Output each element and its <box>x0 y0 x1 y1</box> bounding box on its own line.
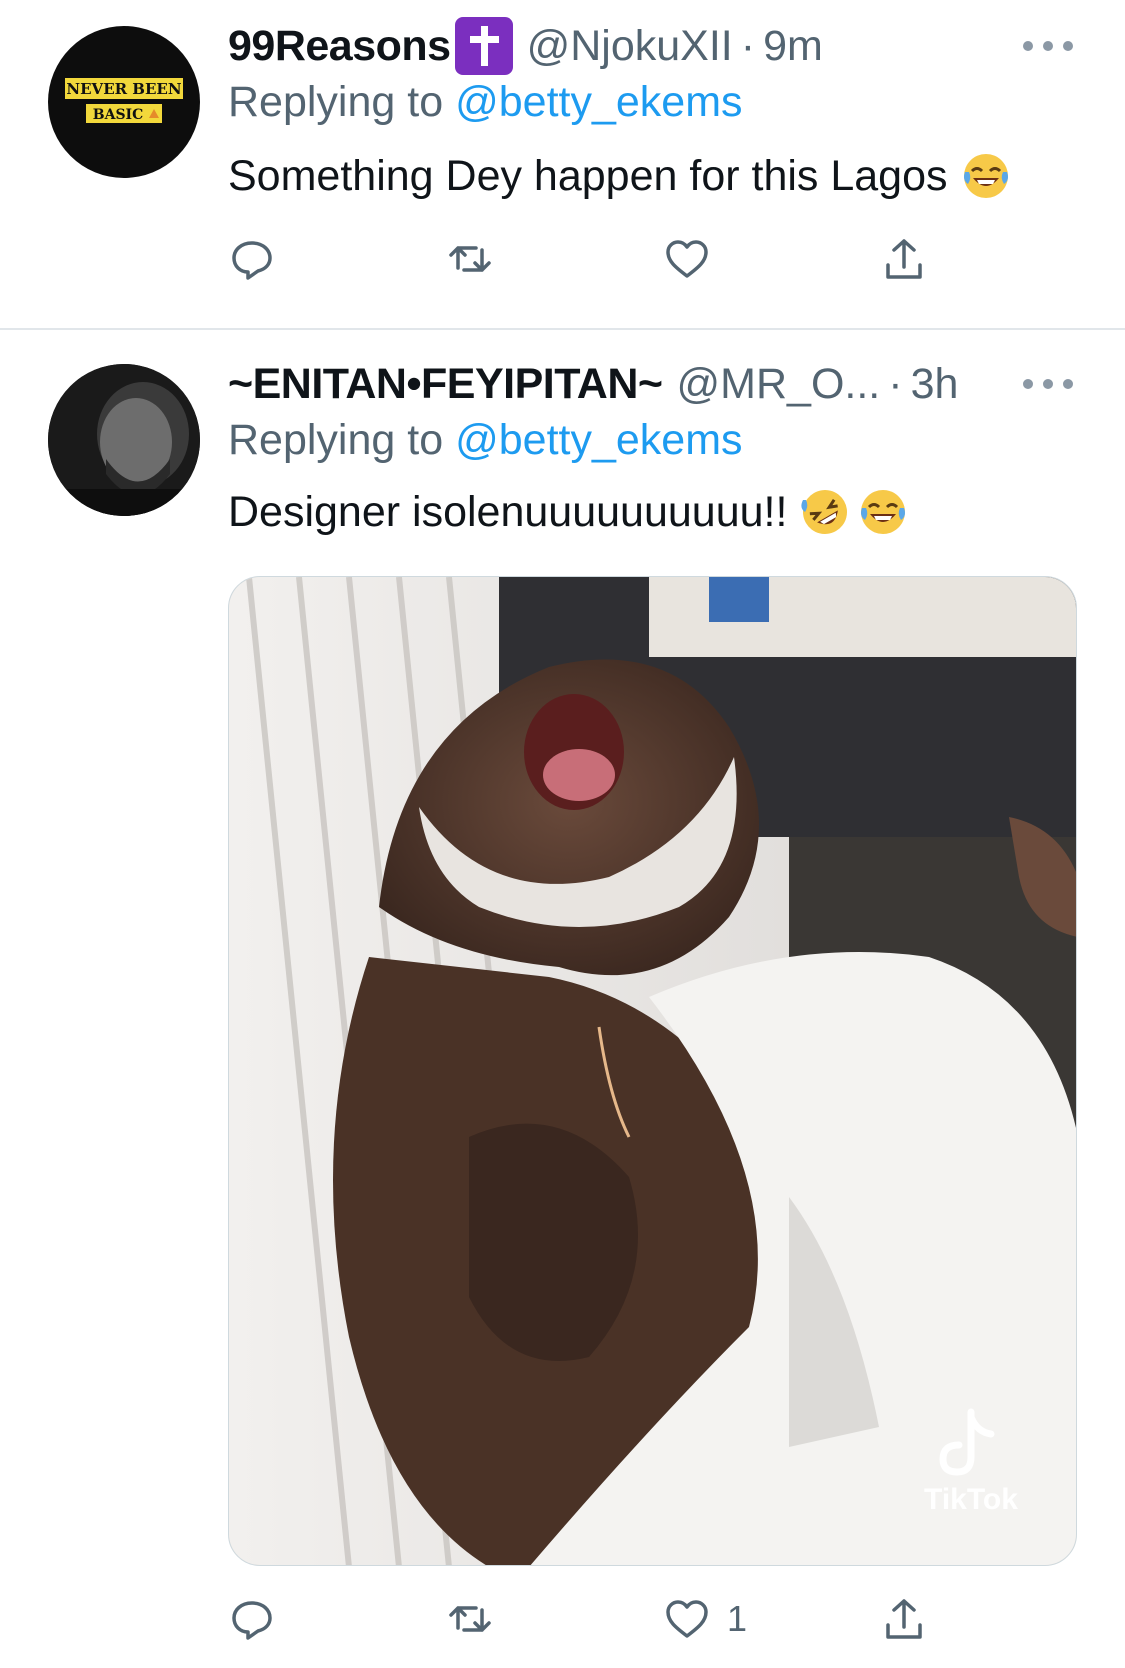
timestamp[interactable]: 3h <box>911 360 959 409</box>
reply-icon <box>232 241 272 280</box>
latin-cross-icon <box>454 17 513 75</box>
username[interactable]: @NjokuXII <box>527 22 733 71</box>
avatar[interactable] <box>48 364 200 516</box>
separator: · <box>888 359 903 408</box>
retweet-icon <box>449 1606 491 1632</box>
mention-link[interactable]: @betty_ekems <box>455 416 742 464</box>
tweet-actions: 1 <box>228 1592 928 1646</box>
mention-link[interactable]: @betty_ekems <box>455 78 742 126</box>
replying-to-label: Replying to <box>228 78 444 126</box>
tweet-1[interactable]: NEVER BEEN BASIC 99Reasons @NjokuXII · 9… <box>0 0 1125 330</box>
reply-icon <box>232 1601 272 1640</box>
share-icon <box>886 239 922 279</box>
reply-button[interactable] <box>228 232 276 286</box>
tweet-text-content: Designer isolenuuuuuuuuuu!! <box>228 487 788 536</box>
tweet-media-video[interactable]: TikTok <box>228 576 1077 1566</box>
svg-text:BASIC: BASIC <box>93 107 144 123</box>
tweet-text-content: Something Dey happen for this Lagos <box>228 151 948 200</box>
heart-icon <box>666 240 708 278</box>
retweet-button[interactable] <box>446 1592 494 1646</box>
more-options-icon[interactable] <box>1023 36 1073 56</box>
svg-text:NEVER BEEN: NEVER BEEN <box>66 80 181 98</box>
share-icon <box>886 1599 922 1639</box>
display-name[interactable]: ~ENITAN•FEYIPITAN~ <box>228 360 663 409</box>
rolling-on-the-floor-laughing-icon <box>801 490 848 534</box>
tweet-header: ~ENITAN•FEYIPITAN~ @MR_O... · 3h <box>228 354 958 414</box>
replying-to-label: Replying to <box>228 416 444 464</box>
like-button[interactable] <box>663 232 727 286</box>
share-button[interactable] <box>880 1592 928 1646</box>
avatar[interactable]: NEVER BEEN BASIC <box>48 26 200 178</box>
like-button[interactable]: 1 <box>663 1592 747 1646</box>
tweet-2[interactable]: ~ENITAN•FEYIPITAN~ @MR_O... · 3h Replyin… <box>0 330 1125 1668</box>
tweet-text: Something Dey happen for this Lagos <box>228 150 1012 202</box>
retweet-icon <box>449 246 491 272</box>
replying-to: Replying to @betty_ekems <box>228 416 743 465</box>
avatar-photo <box>48 364 200 516</box>
avatar-logo: NEVER BEEN BASIC <box>65 78 183 123</box>
tweet-header: 99Reasons @NjokuXII · 9m <box>228 16 823 76</box>
display-name[interactable]: 99Reasons <box>228 22 451 71</box>
username[interactable]: @MR_O... <box>677 360 881 409</box>
face-with-tears-of-joy-icon <box>963 154 1008 198</box>
separator: · <box>740 21 756 70</box>
tiktok-watermark: TikTok <box>924 1483 1018 1516</box>
replying-to: Replying to @betty_ekems <box>228 78 743 127</box>
share-button[interactable] <box>880 232 928 286</box>
like-count: 1 <box>727 1598 748 1639</box>
heart-icon <box>666 1600 708 1638</box>
retweet-button[interactable] <box>446 232 494 286</box>
video-thumbnail: TikTok <box>229 577 1076 1565</box>
tweet-actions <box>228 232 928 286</box>
timestamp[interactable]: 9m <box>763 22 823 71</box>
tweet-text: Designer isolenuuuuuuuuuu!! <box>228 486 909 538</box>
more-options-icon[interactable] <box>1023 374 1073 394</box>
reply-button[interactable] <box>228 1592 276 1646</box>
face-with-tears-of-joy-icon <box>861 490 906 534</box>
